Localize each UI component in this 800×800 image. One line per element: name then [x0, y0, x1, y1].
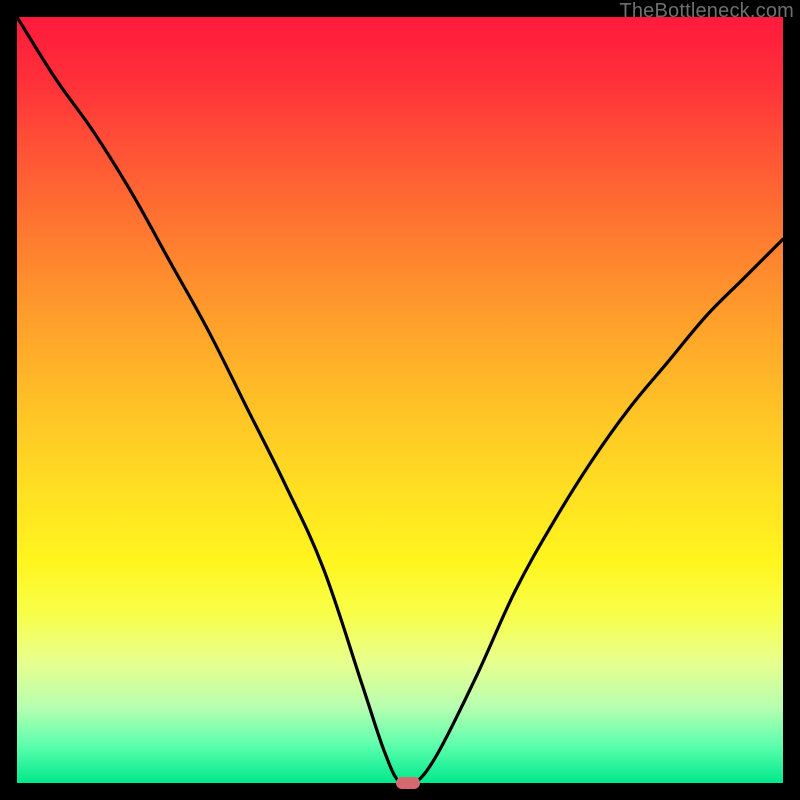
chart-frame: TheBottleneck.com	[0, 0, 800, 800]
optimal-point-marker	[396, 777, 420, 789]
watermark-text: TheBottleneck.com	[619, 0, 794, 23]
chart-plot-area	[17, 17, 783, 783]
bottleneck-curve	[17, 17, 783, 783]
